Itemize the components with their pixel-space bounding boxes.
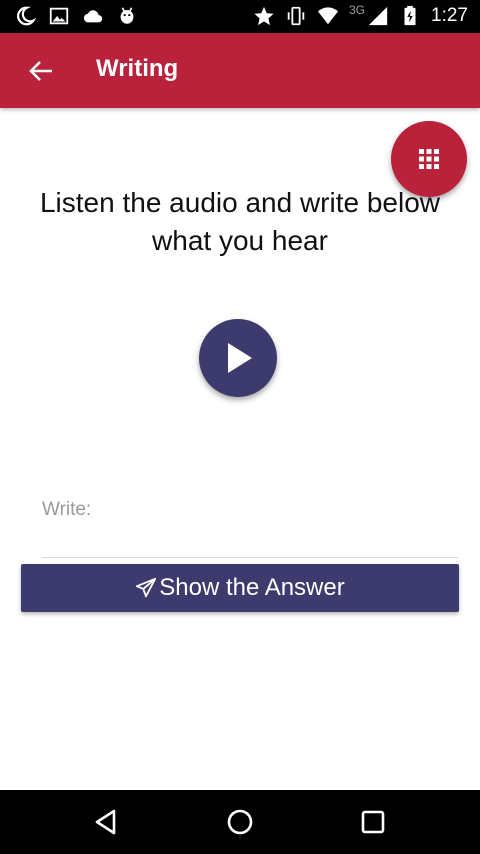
navigation-bar	[0, 790, 480, 854]
write-input[interactable]	[42, 490, 458, 530]
recents-square-icon[interactable]	[357, 806, 389, 838]
back-triangle-icon[interactable]	[90, 806, 122, 838]
image-icon	[49, 7, 69, 25]
android-icon	[120, 7, 134, 24]
moon-icon	[17, 6, 36, 26]
star-icon	[254, 6, 274, 26]
vibrate-icon	[287, 6, 305, 26]
paper-plane-icon	[136, 577, 157, 598]
status-time: 1:27	[431, 5, 468, 26]
network-type-label: 3G	[349, 3, 366, 17]
app-screen: 3G 1:27 Writing Listen the audio and wri…	[0, 0, 480, 854]
show-answer-label: Show the Answer	[159, 574, 345, 601]
page-title: Writing	[96, 55, 179, 82]
grid-icon	[419, 149, 439, 169]
show-answer-button[interactable]: Show the Answer	[21, 564, 459, 612]
wifi-icon	[317, 7, 339, 25]
play-icon	[228, 343, 252, 373]
back-arrow-icon[interactable]	[26, 55, 58, 87]
play-audio-button[interactable]	[199, 319, 277, 397]
battery-charging-icon	[404, 5, 416, 26]
status-bar: 3G 1:27	[0, 0, 480, 33]
status-right-icons: 3G 1:27	[253, 3, 468, 27]
cloud-icon	[83, 10, 103, 23]
home-circle-icon[interactable]	[224, 806, 256, 838]
instruction-text: Listen the audio and write below what yo…	[39, 187, 441, 256]
write-field	[42, 490, 458, 558]
signal-icon	[368, 6, 388, 26]
status-left-icons	[14, 5, 138, 27]
app-bar: Writing	[0, 33, 480, 108]
